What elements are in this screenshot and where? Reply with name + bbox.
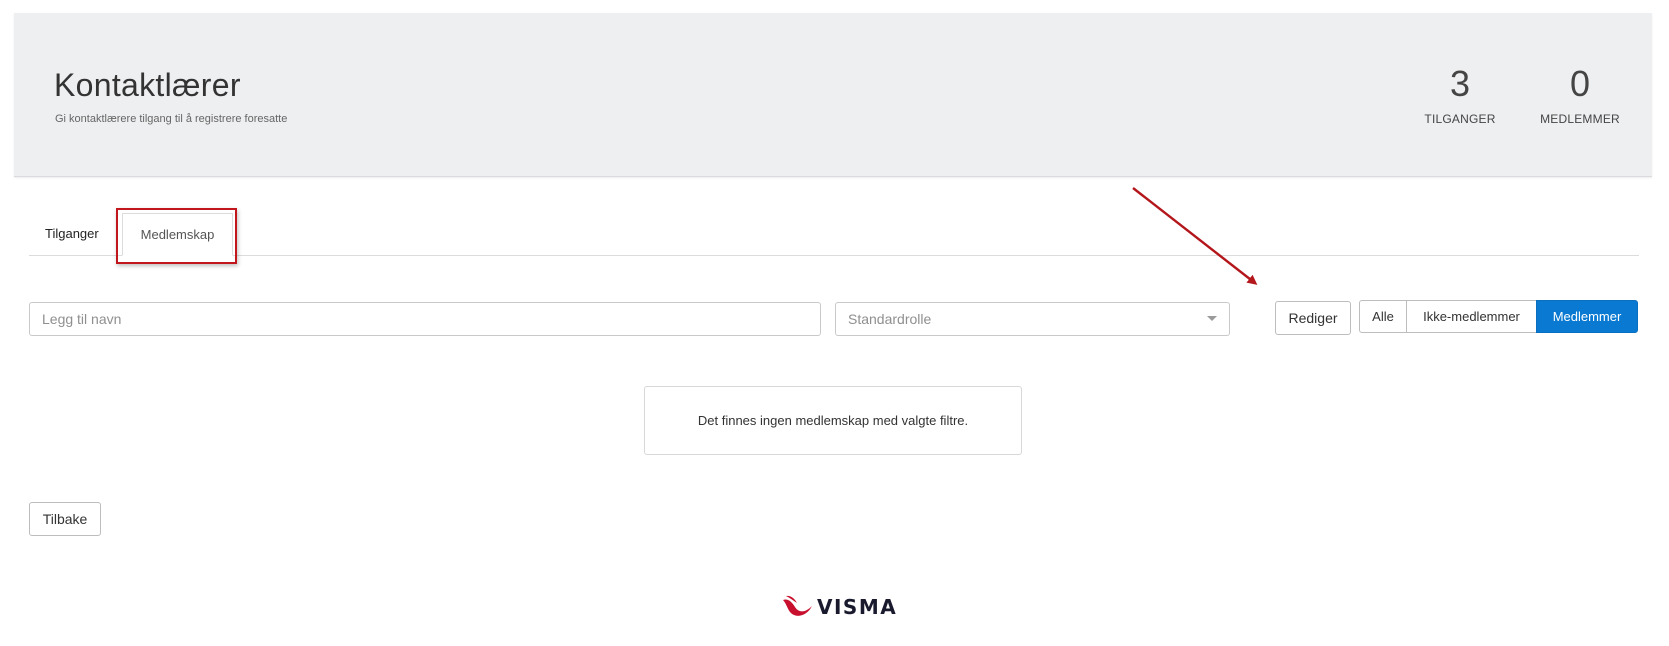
role-select-value: Standardrolle bbox=[848, 311, 932, 327]
visma-logo: VISMA bbox=[782, 594, 896, 620]
stat-medlemmer: 0 MEDLEMMER bbox=[1520, 63, 1640, 126]
visma-swoosh-icon bbox=[783, 595, 812, 616]
back-button[interactable]: Tilbake bbox=[29, 502, 101, 536]
filter-members-button[interactable]: Medlemmer bbox=[1536, 300, 1638, 333]
page: Kontaktlærer Gi kontaktlærere tilgang ti… bbox=[0, 0, 1669, 646]
stat-tilganger-label: TILGANGER bbox=[1424, 112, 1496, 126]
stat-medlemmer-label: MEDLEMMER bbox=[1540, 112, 1620, 126]
chevron-down-icon bbox=[1207, 316, 1217, 321]
filter-non-members-button[interactable]: Ikke-medlemmer bbox=[1406, 300, 1537, 333]
tab-bar: Tilganger Medlemskap bbox=[29, 213, 1639, 256]
tab-medlemskap[interactable]: Medlemskap bbox=[122, 213, 233, 256]
tab-tilganger[interactable]: Tilganger bbox=[29, 213, 115, 255]
header-card: Kontaktlærer Gi kontaktlærere tilgang ti… bbox=[14, 13, 1652, 177]
role-select[interactable]: Standardrolle bbox=[835, 302, 1230, 336]
filter-all-button[interactable]: Alle bbox=[1359, 300, 1407, 333]
name-input[interactable] bbox=[29, 302, 821, 336]
page-subtitle: Gi kontaktlærere tilgang til å registrer… bbox=[55, 113, 288, 125]
logo-text: VISMA bbox=[817, 595, 898, 619]
stat-tilganger-value: 3 bbox=[1449, 63, 1471, 104]
stat-medlemmer-value: 0 bbox=[1569, 63, 1591, 104]
stat-tilganger: 3 TILGANGER bbox=[1400, 63, 1520, 126]
edit-button[interactable]: Rediger bbox=[1275, 301, 1351, 335]
page-title: Kontaktlærer bbox=[54, 67, 241, 103]
empty-state-message: Det finnes ingen medlemskap med valgte f… bbox=[644, 386, 1022, 455]
